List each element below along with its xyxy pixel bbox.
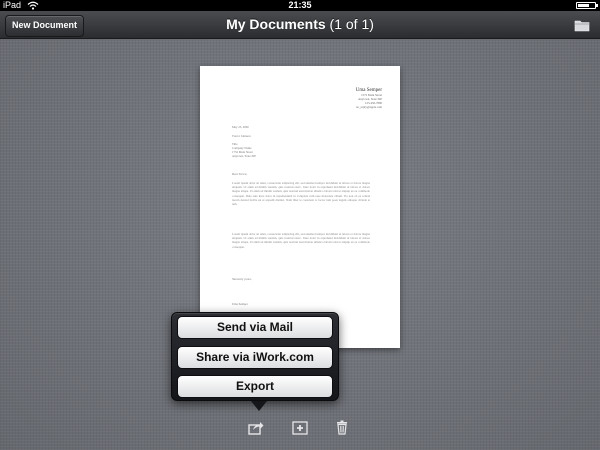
document-thumbnail[interactable]: Uma Semper 1572 Main Street Anytown, Sta… [200, 66, 400, 348]
letter-signature: Uma Semper [232, 302, 248, 306]
export-button[interactable]: Export [177, 375, 333, 398]
document-count: (1 of 1) [329, 16, 374, 32]
letter-closing: Sincerely yours, [232, 277, 252, 281]
share-icon[interactable] [248, 420, 264, 435]
share-popover: Send via Mail Share via iWork.com Export [171, 312, 339, 411]
popover-arrow [251, 401, 267, 411]
letter-paragraph-1: Lorem ipsum dolor sit amet, consectetur … [232, 181, 370, 207]
letter-sender: Uma Semper 1572 Main Street Anytown, Sta… [356, 88, 382, 109]
clock: 21:35 [288, 0, 312, 10]
top-toolbar: New Document My Documents (1 of 1) [0, 11, 600, 39]
folder-icon[interactable] [574, 18, 590, 32]
share-via-iwork-button[interactable]: Share via iWork.com [177, 346, 333, 369]
letter-greeting: Dear Trevor, [232, 172, 248, 176]
title-text: My Documents [226, 16, 326, 32]
add-document-icon[interactable] [292, 420, 308, 435]
page-title: My Documents (1 of 1) [0, 11, 600, 38]
battery-icon [576, 2, 598, 9]
trash-icon[interactable] [336, 420, 348, 435]
send-via-mail-button[interactable]: Send via Mail [177, 316, 333, 339]
battery-fill [578, 4, 589, 7]
sender-address-4: no_reply@apple.com [356, 105, 382, 109]
status-bar: iPad 21:35 [0, 0, 600, 11]
letter-paragraph-2: Lorem ipsum dolor sit amet, consectetur … [232, 232, 370, 249]
letter-date: May 23, 2000 [232, 125, 249, 129]
recipient-line-1: Trevor Johnson [232, 134, 251, 138]
recipient-line-5: Anytown, State ZIP [232, 154, 256, 158]
